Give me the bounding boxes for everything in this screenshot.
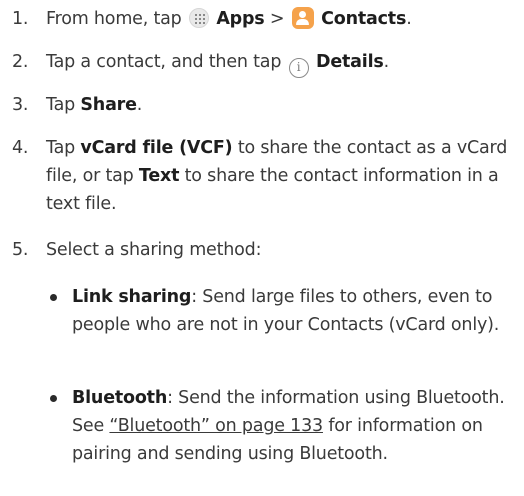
details-label: Details [316, 52, 384, 72]
bluetooth-label: Bluetooth [72, 388, 168, 408]
share-label: Share [80, 95, 137, 115]
step-text: Tap Share. [46, 95, 143, 115]
step-text: Tap vCard file (VCF) to share the contac… [46, 138, 508, 214]
step-text: Select a sharing method: [46, 240, 262, 260]
step-text: From home, tap Apps > Contacts. [46, 7, 412, 29]
text-label: Text [138, 166, 180, 186]
contacts-label: Contacts [321, 9, 407, 29]
apps-label: Apps [216, 9, 265, 29]
bullet-icon [50, 294, 57, 301]
step-number: 2. [12, 52, 29, 72]
step-text: Tap a contact, and then tap i Details. [46, 48, 524, 78]
instructions-page: 1. From home, tap Apps > Contacts. 2. Ta… [0, 0, 524, 496]
step-number: 4. [12, 138, 29, 158]
link-sharing-label: Link sharing [72, 287, 192, 307]
step-number: 5. [12, 240, 29, 260]
bullet-icon [50, 395, 57, 402]
bullet-text: Link sharing: Send large files to others… [72, 287, 500, 335]
step-number: 3. [12, 95, 29, 115]
bluetooth-page-link[interactable]: “Bluetooth” on page 133 [109, 416, 323, 436]
info-icon: i [288, 58, 309, 78]
bullet-text: Bluetooth: Send the information using Bl… [72, 388, 505, 464]
contacts-app-icon [291, 7, 314, 29]
apps-grid-icon [188, 8, 209, 28]
step-number: 1. [12, 9, 29, 29]
vcard-label: vCard file (VCF) [80, 138, 233, 158]
